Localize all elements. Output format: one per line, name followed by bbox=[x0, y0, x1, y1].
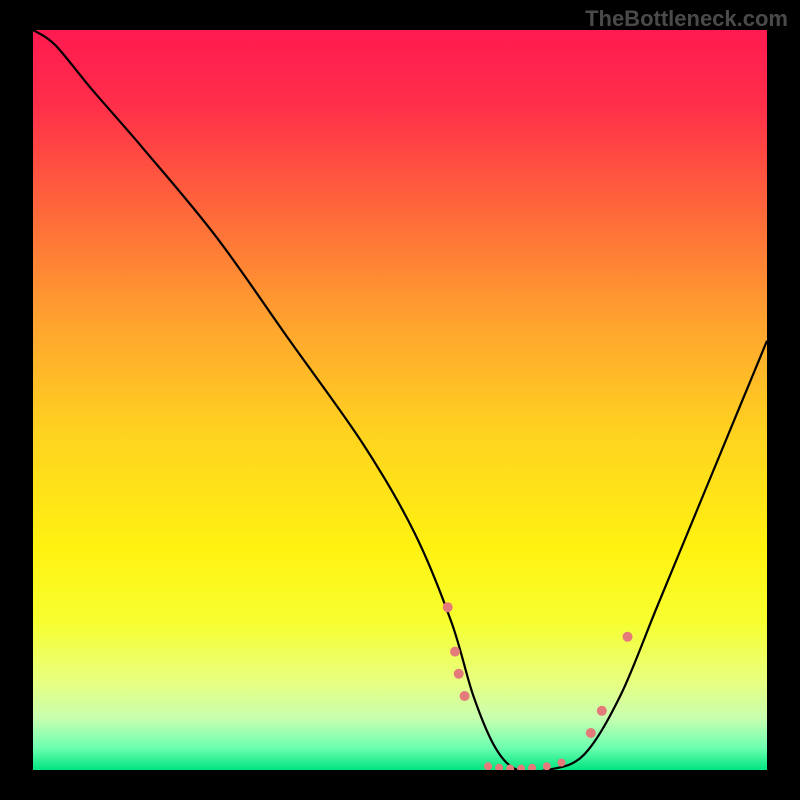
highlight-point bbox=[484, 762, 492, 770]
highlight-point bbox=[623, 632, 633, 642]
highlight-point bbox=[443, 602, 453, 612]
highlight-point bbox=[543, 762, 551, 770]
highlight-point bbox=[450, 647, 460, 657]
chart-svg bbox=[33, 30, 767, 770]
gradient-background bbox=[33, 30, 767, 770]
highlight-point bbox=[597, 706, 607, 716]
chart-frame: TheBottleneck.com bbox=[0, 0, 800, 800]
highlight-point bbox=[460, 691, 470, 701]
highlight-point bbox=[586, 728, 596, 738]
highlight-point bbox=[557, 759, 565, 767]
watermark-text: TheBottleneck.com bbox=[585, 6, 788, 32]
highlight-point bbox=[454, 669, 464, 679]
